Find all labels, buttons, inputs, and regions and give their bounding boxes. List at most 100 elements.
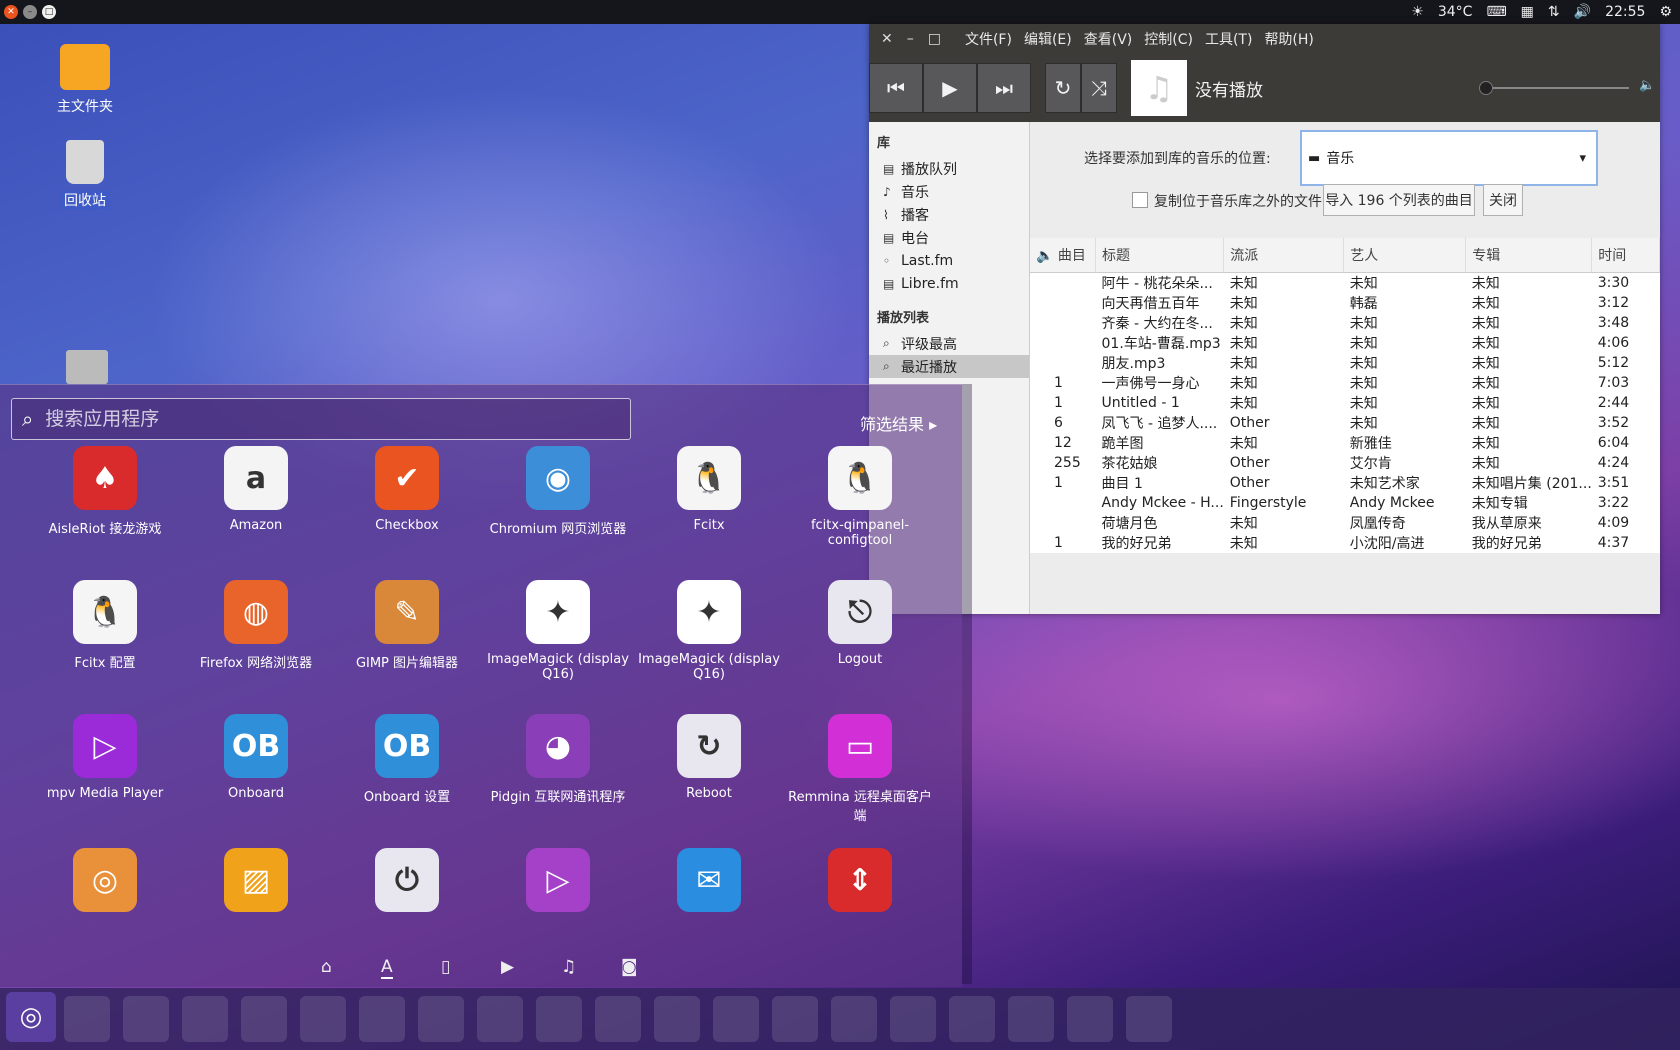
sidebar-item-music[interactable]: ♪ 音乐 xyxy=(869,180,1029,203)
table-row[interactable]: 255 茶花姑娘 Other 艾尔肯 未知 4:24 xyxy=(1030,453,1660,473)
sidebar-item-radio[interactable]: ▤ 电台 xyxy=(869,226,1029,249)
app-launcher-item[interactable]: ▨ xyxy=(181,848,331,944)
calendar-icon[interactable]: ▦ xyxy=(1521,4,1534,20)
app-launcher-item[interactable]: OB Onboard 设置 xyxy=(332,714,482,805)
app-launcher-item[interactable]: ✉ xyxy=(634,848,784,944)
launcher-icon[interactable] xyxy=(654,996,700,1042)
minimize-icon[interactable]: – xyxy=(23,5,37,19)
menu-help[interactable]: 帮助(H) xyxy=(1264,29,1313,49)
app-launcher-item[interactable]: ▷ xyxy=(483,848,633,944)
sidebar-item-top-rated[interactable]: ⌕ 评级最高 xyxy=(869,332,1029,355)
launcher-icon[interactable] xyxy=(831,996,877,1042)
menu-edit[interactable]: 编辑(E) xyxy=(1024,29,1072,49)
app-launcher-item[interactable]: ▭ Remmina 远程桌面客户端 xyxy=(785,714,935,824)
launcher-icon[interactable] xyxy=(241,996,287,1042)
launcher-icon[interactable] xyxy=(713,996,759,1042)
ubuntu-logo-icon[interactable]: ◎ xyxy=(6,992,56,1042)
table-row[interactable]: 荷塘月色 未知 凤凰传奇 我从草原来 4:09 xyxy=(1030,513,1660,533)
table-row[interactable]: 向天再借五百年 未知 韩磊 未知 3:12 xyxy=(1030,293,1660,313)
app-launcher-item[interactable]: ♠ AisleRiot 接龙游戏 xyxy=(30,446,180,537)
table-row[interactable]: 阿牛 - 桃花朵朵... 未知 未知 未知 3:30 xyxy=(1030,273,1660,294)
column-album[interactable]: 专辑 xyxy=(1465,238,1593,273)
menu-view[interactable]: 查看(V) xyxy=(1084,29,1133,49)
volume-knob[interactable] xyxy=(1479,81,1493,95)
launcher-icon[interactable] xyxy=(64,996,110,1042)
launcher-icon[interactable] xyxy=(890,996,936,1042)
app-launcher-item[interactable]: ◉ Chromium 网页浏览器 xyxy=(483,446,633,537)
app-launcher-item[interactable]: ⎋ Logout xyxy=(785,580,935,667)
location-dropdown[interactable]: ▬ 音乐 ▾ xyxy=(1300,130,1598,186)
launcher-icon[interactable] xyxy=(949,996,995,1042)
column-artist[interactable]: 艺人 xyxy=(1343,238,1467,273)
maximize-icon[interactable]: □ xyxy=(928,31,941,47)
launcher-icon[interactable] xyxy=(1067,996,1113,1042)
column-genre[interactable]: 流派 xyxy=(1223,238,1345,273)
temperature[interactable]: 34°C xyxy=(1438,4,1473,20)
volume-slider[interactable] xyxy=(1479,81,1629,95)
launcher-icon[interactable] xyxy=(595,996,641,1042)
shuffle-button[interactable]: ⤨ xyxy=(1081,63,1117,113)
app-launcher-item[interactable]: ⏻ xyxy=(332,848,482,944)
app-launcher-item[interactable]: ↻ Reboot xyxy=(634,714,784,801)
menu-file[interactable]: 文件(F) xyxy=(965,29,1012,49)
sidebar-item-librefm[interactable]: ▤ Libre.fm xyxy=(869,272,1029,295)
play-button[interactable]: ▶ xyxy=(923,63,977,113)
volume-icon[interactable]: 🔊 xyxy=(1574,4,1591,20)
search-box[interactable]: ⌕ xyxy=(11,398,631,440)
copy-files-checkbox[interactable] xyxy=(1132,192,1148,208)
launcher-icon[interactable] xyxy=(1008,996,1054,1042)
repeat-button[interactable]: ↻ xyxy=(1045,63,1081,113)
table-row[interactable]: 1 曲目 1 Other 未知艺术家 未知唱片集 (201... 3:51 xyxy=(1030,473,1660,493)
table-row[interactable]: 朋友.mp3 未知 未知 未知 5:12 xyxy=(1030,353,1660,373)
table-row[interactable]: 1 我的好兄弟 未知 小沈阳/高进 我的好兄弟 4:37 xyxy=(1030,533,1660,553)
close-icon[interactable]: ✕ xyxy=(4,5,18,19)
previous-button[interactable]: ⏮ xyxy=(869,63,923,113)
sidebar-item-lastfm[interactable]: ◦ Last.fm xyxy=(869,249,1029,272)
table-row[interactable]: 齐秦 - 大约在冬... 未知 未知 未知 3:48 xyxy=(1030,313,1660,333)
applications-icon[interactable]: A xyxy=(381,957,393,979)
table-row[interactable]: Andy Mckee - H... Fingerstyle Andy Mckee 未知… xyxy=(1030,493,1660,513)
launcher-icon[interactable] xyxy=(123,996,169,1042)
column-title[interactable]: 标题 xyxy=(1095,238,1225,273)
table-row[interactable]: 6 凤飞飞 - 追梦人.... Other 未知 未知 3:52 xyxy=(1030,413,1660,433)
table-row[interactable]: 1 一声佛号一身心 未知 未知 未知 7:03 xyxy=(1030,373,1660,393)
app-launcher-item[interactable]: ◎ xyxy=(30,848,180,944)
weather-icon[interactable]: ☀ xyxy=(1411,4,1424,20)
launcher-icon[interactable] xyxy=(359,996,405,1042)
launcher-icon[interactable] xyxy=(536,996,582,1042)
launcher-icon[interactable] xyxy=(182,996,228,1042)
sidebar-item-podcasts[interactable]: ⌇ 播客 xyxy=(869,203,1029,226)
sidebar-item-queue[interactable]: ▤ 播放队列 xyxy=(869,157,1029,180)
search-input[interactable] xyxy=(43,407,588,431)
app-launcher-item[interactable]: ▷ mpv Media Player xyxy=(30,714,180,801)
column-number[interactable]: 🔈 曲目 xyxy=(1030,238,1096,273)
table-row[interactable]: 1 Untitled - 1 未知 未知 未知 2:44 xyxy=(1030,393,1660,413)
app-launcher-item[interactable]: ⇕ xyxy=(785,848,935,944)
keyboard-icon[interactable]: ⌨ xyxy=(1486,4,1506,20)
import-button[interactable]: 导入 196 个列表的曲目 xyxy=(1323,184,1475,216)
music-icon[interactable]: ♫ xyxy=(561,957,576,977)
app-launcher-item[interactable]: ✔ Checkbox xyxy=(332,446,482,533)
volume-icon[interactable]: 🔈 xyxy=(1639,78,1655,93)
launcher-icon[interactable] xyxy=(1126,996,1172,1042)
menu-tools[interactable]: 工具(T) xyxy=(1205,29,1252,49)
table-row[interactable]: 12 跪羊图 未知 新雅佳 未知 6:04 xyxy=(1030,433,1660,453)
launcher-icon[interactable] xyxy=(772,996,818,1042)
minimize-icon[interactable]: – xyxy=(907,31,914,47)
gear-icon[interactable]: ⚙ xyxy=(1659,4,1672,20)
filter-results-button[interactable]: 筛选结果 ▸ xyxy=(860,411,937,435)
files-icon[interactable]: ▯ xyxy=(441,957,450,977)
maximize-icon[interactable]: □ xyxy=(42,5,56,19)
clock[interactable]: 22:55 xyxy=(1605,4,1645,20)
desktop-home-folder[interactable]: 主文件夹 xyxy=(40,44,130,116)
network-icon[interactable]: ⇅ xyxy=(1548,4,1560,20)
launcher-icon[interactable] xyxy=(300,996,346,1042)
app-launcher-item[interactable]: ◕ Pidgin 互联网通讯程序 xyxy=(483,714,633,805)
table-row[interactable]: 01.车站-曹磊.mp3 未知 未知 未知 4:06 xyxy=(1030,333,1660,353)
close-icon[interactable]: ✕ xyxy=(881,31,893,47)
menu-control[interactable]: 控制(C) xyxy=(1144,29,1193,49)
app-launcher-item[interactable]: 🐧 Fcitx xyxy=(634,446,784,533)
sidebar-item-recent[interactable]: ⌕ 最近播放 xyxy=(869,355,1029,378)
video-icon[interactable]: ▶ xyxy=(501,957,514,977)
app-launcher-item[interactable]: 🐧 fcitx-qimpanel-configtool xyxy=(785,446,935,548)
